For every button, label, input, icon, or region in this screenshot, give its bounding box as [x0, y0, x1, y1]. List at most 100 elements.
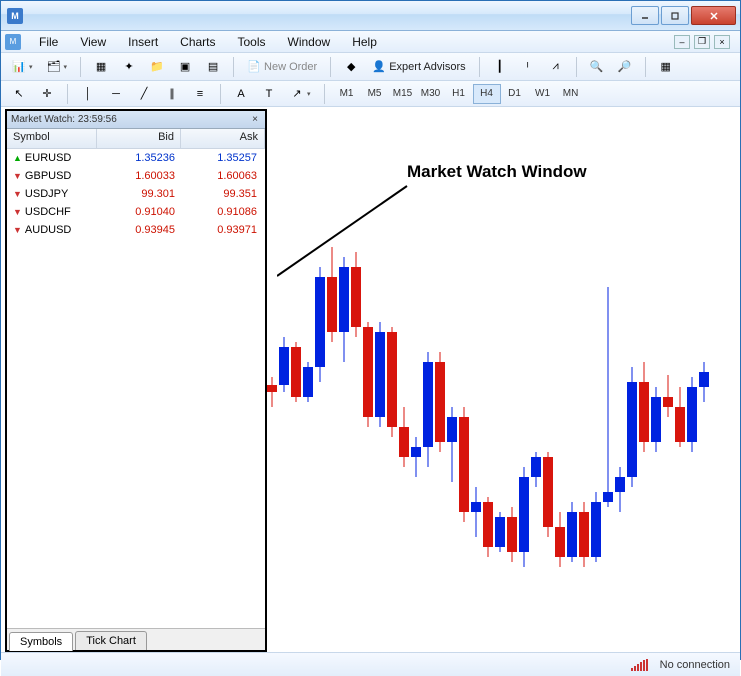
direction-icon: ▲: [13, 153, 22, 163]
symbol-row-usdjpy[interactable]: ▼USDJPY99.30199.351: [7, 185, 265, 203]
market-watch-title: Market Watch: 23:59:56: [11, 114, 117, 125]
menu-help[interactable]: Help: [342, 33, 387, 51]
statusbar: No connection: [1, 652, 740, 676]
chart-area[interactable]: Market Watch Window: [267, 107, 740, 652]
hline-tool[interactable]: ─: [104, 83, 128, 105]
market-watch-close-button[interactable]: ×: [249, 114, 261, 125]
tab-tick-chart[interactable]: Tick Chart: [75, 631, 147, 650]
market-watch-toggle[interactable]: ▦: [89, 56, 113, 78]
new-order-button[interactable]: 📄New Order: [242, 56, 322, 78]
ask-value: 99.351: [181, 188, 265, 200]
timeframe-m15[interactable]: M15: [389, 84, 417, 104]
ask-value: 1.35257: [181, 152, 265, 164]
tile-icon: ▦: [659, 60, 673, 74]
navigator-toggle[interactable]: ✦: [117, 56, 141, 78]
trendline-icon: ╱: [137, 87, 151, 101]
zoom-out-button[interactable]: 🔎: [613, 56, 637, 78]
header-ask[interactable]: Ask: [181, 129, 265, 148]
label-tool[interactable]: T: [257, 83, 281, 105]
profiles-button[interactable]: 🗂▾: [42, 56, 73, 78]
new-order-icon: 📄: [247, 60, 261, 74]
hline-icon: ─: [109, 87, 123, 101]
menu-view[interactable]: View: [70, 33, 116, 51]
expert-advisors-button[interactable]: 👤Expert Advisors: [367, 56, 470, 78]
close-button[interactable]: [691, 6, 736, 25]
label-icon: T: [262, 87, 276, 101]
strategy-tester-toggle[interactable]: ▤: [201, 56, 225, 78]
cursor-icon: ↖: [12, 87, 26, 101]
bar-chart-icon: ┃: [493, 60, 507, 74]
fibo-tool[interactable]: ≡: [188, 83, 212, 105]
data-window-toggle[interactable]: 📁: [145, 56, 169, 78]
vline-tool[interactable]: │: [76, 83, 100, 105]
arrows-tool[interactable]: ↗▾: [285, 83, 316, 105]
symbol-name: GBPUSD: [25, 170, 71, 182]
timeframe-mn[interactable]: MN: [557, 84, 585, 104]
market-watch-rows: ▲EURUSD1.352361.35257▼GBPUSD1.600331.600…: [7, 149, 265, 628]
crosshair-tool[interactable]: ✛: [35, 83, 59, 105]
symbol-row-eurusd[interactable]: ▲EURUSD 1.352361.35257: [7, 149, 265, 167]
connection-bars-icon: [631, 659, 648, 671]
symbol-name: EURUSD: [25, 152, 71, 164]
window-titlebar: M: [1, 1, 740, 31]
fibo-icon: ≡: [193, 87, 207, 101]
new-chart-button[interactable]: 📊▾: [7, 56, 38, 78]
candlestick-chart: [267, 107, 737, 652]
candle-chart-button[interactable]: ᴵ: [516, 56, 540, 78]
text-tool[interactable]: A: [229, 83, 253, 105]
symbol-row-usdchf[interactable]: ▼USDCHF0.910400.91086: [7, 203, 265, 221]
child-minimize-button[interactable]: –: [674, 35, 690, 49]
minimize-button[interactable]: [631, 6, 659, 25]
menu-window[interactable]: Window: [278, 33, 341, 51]
tab-symbols[interactable]: Symbols: [9, 632, 73, 651]
timeframe-m5[interactable]: M5: [361, 84, 389, 104]
line-chart-button[interactable]: ⩘: [544, 56, 568, 78]
bid-value: 1.35236: [97, 152, 181, 164]
header-bid[interactable]: Bid: [97, 129, 181, 148]
menu-tools[interactable]: Tools: [228, 33, 276, 51]
ask-value: 0.93971: [181, 224, 265, 236]
menu-insert[interactable]: Insert: [118, 33, 168, 51]
drawing-toolbar: ↖ ✛ │ ─ ╱ ∥ ≡ A T ↗▾ M1M5M15M30H1H4D1W1M…: [1, 81, 740, 107]
new-chart-icon: 📊: [12, 60, 26, 74]
channel-icon: ∥: [165, 87, 179, 101]
arrows-icon: ↗: [290, 87, 304, 101]
direction-icon: ▼: [13, 207, 22, 217]
ask-value: 1.60063: [181, 170, 265, 182]
timeframe-h1[interactable]: H1: [445, 84, 473, 104]
symbol-name: AUDUSD: [25, 224, 71, 236]
timeframe-m30[interactable]: M30: [417, 84, 445, 104]
timeframe-d1[interactable]: D1: [501, 84, 529, 104]
market-watch-headers: Symbol Bid Ask: [7, 129, 265, 149]
bar-chart-button[interactable]: ┃: [488, 56, 512, 78]
direction-icon: ▼: [13, 171, 22, 181]
market-watch-tabs: Symbols Tick Chart: [7, 628, 265, 650]
metaeditor-icon: ◆: [344, 60, 358, 74]
market-watch-titlebar: Market Watch: 23:59:56 ×: [7, 111, 265, 129]
timeframe-m1[interactable]: M1: [333, 84, 361, 104]
timeframe-w1[interactable]: W1: [529, 84, 557, 104]
menu-charts[interactable]: Charts: [170, 33, 225, 51]
header-symbol[interactable]: Symbol: [7, 129, 97, 148]
symbol-row-audusd[interactable]: ▼AUDUSD0.939450.93971: [7, 221, 265, 239]
tester-icon: ▤: [206, 60, 220, 74]
bid-value: 1.60033: [97, 170, 181, 182]
child-restore-button[interactable]: ❐: [694, 35, 710, 49]
timeframe-h4[interactable]: H4: [473, 84, 501, 104]
metaeditor-button[interactable]: ◆: [339, 56, 363, 78]
tile-windows-button[interactable]: ▦: [654, 56, 678, 78]
maximize-button[interactable]: [661, 6, 689, 25]
menu-file[interactable]: File: [29, 33, 68, 51]
channel-tool[interactable]: ∥: [160, 83, 184, 105]
terminal-toggle[interactable]: ▣: [173, 56, 197, 78]
symbol-row-gbpusd[interactable]: ▼GBPUSD 1.600331.60063: [7, 167, 265, 185]
expert-advisors-icon: 👤: [372, 60, 386, 74]
app-icon: M: [7, 8, 23, 24]
trendline-tool[interactable]: ╱: [132, 83, 156, 105]
child-close-button[interactable]: ×: [714, 35, 730, 49]
zoom-in-button[interactable]: 🔍: [585, 56, 609, 78]
navigator-icon: ✦: [122, 60, 136, 74]
market-watch-icon: ▦: [94, 60, 108, 74]
vline-icon: │: [81, 87, 95, 101]
cursor-tool[interactable]: ↖: [7, 83, 31, 105]
